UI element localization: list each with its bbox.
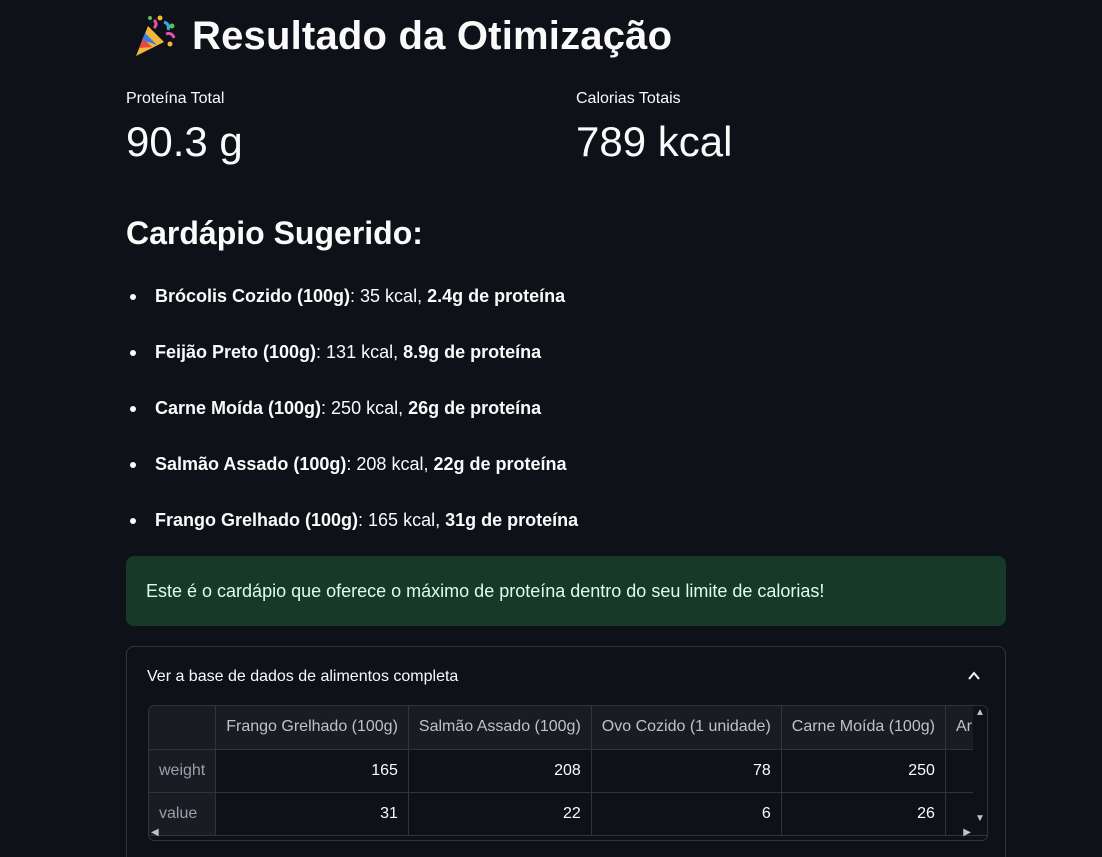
- metric-calories: Calorias Totais 789 kcal: [576, 90, 732, 166]
- dataframe[interactable]: Frango Grelhado (100g) Salmão Assado (10…: [148, 705, 988, 841]
- expander-label: Ver a base de dados de alimentos complet…: [147, 668, 459, 685]
- table-cell[interactable]: 78: [591, 749, 782, 793]
- food-protein: 8.9g de proteína: [403, 342, 542, 362]
- column-header[interactable]: Ovo Cozido (1 unidade): [591, 706, 782, 750]
- page-title-text: Resultado da Otimização: [192, 13, 673, 58]
- food-database-expander: Ver a base de dados de alimentos complet…: [126, 646, 1006, 857]
- metric-label: Calorias Totais: [576, 90, 681, 107]
- table-cell[interactable]: 208: [408, 749, 592, 793]
- food-name: Brócolis Cozido (100g): [155, 286, 351, 306]
- column-header[interactable]: [149, 706, 217, 750]
- menu-heading: Cardápio Sugerido:: [126, 215, 423, 251]
- food-protein: 26g de proteína: [408, 398, 542, 418]
- food-name: Frango Grelhado (100g): [155, 510, 359, 530]
- scroll-left-icon[interactable]: ◀: [151, 828, 159, 838]
- metric-value: 789 kcal: [576, 118, 733, 165]
- food-protein: 31g de proteína: [445, 510, 579, 530]
- scroll-up-icon[interactable]: ▲: [975, 708, 985, 718]
- page-title: Resultado da Otimização: [130, 12, 672, 60]
- vertical-scrollbar[interactable]: ▲ ▼: [973, 706, 987, 826]
- food-kcal: : 165 kcal,: [358, 510, 446, 530]
- metric-value: 90.3 g: [126, 118, 243, 165]
- table-header-row: Frango Grelhado (100g) Salmão Assado (10…: [149, 706, 987, 750]
- food-kcal: : 208 kcal,: [346, 454, 434, 474]
- food-protein: 2.4g de proteína: [427, 286, 566, 306]
- column-header[interactable]: Carne Moída (100g): [781, 706, 946, 750]
- table-cell[interactable]: 250: [781, 749, 946, 793]
- food-name: Salmão Assado (100g): [155, 454, 347, 474]
- list-item: Brócolis Cozido (100g): 35 kcal, 2.4g de…: [126, 278, 578, 334]
- scroll-down-icon[interactable]: ▼: [975, 814, 985, 824]
- food-name: Carne Moída (100g): [155, 398, 322, 418]
- list-item: Carne Moída (100g): 250 kcal, 26g de pro…: [126, 390, 578, 446]
- app-page: Resultado da Otimização Proteína Total 9…: [0, 0, 1102, 857]
- food-protein: 22g de proteína: [433, 454, 567, 474]
- row-index: weight: [149, 749, 217, 793]
- food-kcal: : 131 kcal,: [316, 342, 404, 362]
- food-kcal: : 35 kcal,: [350, 286, 428, 306]
- party-popper-icon: [136, 15, 176, 56]
- success-alert: Este é o cardápio que oferece o máximo d…: [126, 556, 1006, 626]
- chevron-up-icon[interactable]: [967, 669, 981, 683]
- table-row: weight 165 208 78 250: [149, 749, 987, 793]
- list-item: Feijão Preto (100g): 131 kcal, 8.9g de p…: [126, 334, 578, 390]
- scroll-right-icon[interactable]: ▶: [963, 828, 971, 838]
- list-item: Salmão Assado (100g): 208 kcal, 22g de p…: [126, 446, 578, 502]
- column-header[interactable]: Salmão Assado (100g): [408, 706, 592, 750]
- column-header[interactable]: Frango Grelhado (100g): [215, 706, 409, 750]
- horizontal-scrollbar[interactable]: ◀ ▶: [149, 826, 973, 840]
- success-message: Este é o cardápio que oferece o máximo d…: [146, 580, 825, 601]
- menu-list: Brócolis Cozido (100g): 35 kcal, 2.4g de…: [126, 278, 578, 558]
- expander-header[interactable]: Ver a base de dados de alimentos complet…: [127, 647, 1005, 707]
- list-item: Frango Grelhado (100g): 165 kcal, 31g de…: [126, 502, 578, 558]
- metric-label: Proteína Total: [126, 90, 225, 107]
- data-table: Frango Grelhado (100g) Salmão Assado (10…: [149, 706, 987, 836]
- food-kcal: : 250 kcal,: [321, 398, 409, 418]
- metric-protein: Proteína Total 90.3 g: [126, 90, 243, 166]
- table-cell[interactable]: 165: [215, 749, 409, 793]
- food-name: Feijão Preto (100g): [155, 342, 317, 362]
